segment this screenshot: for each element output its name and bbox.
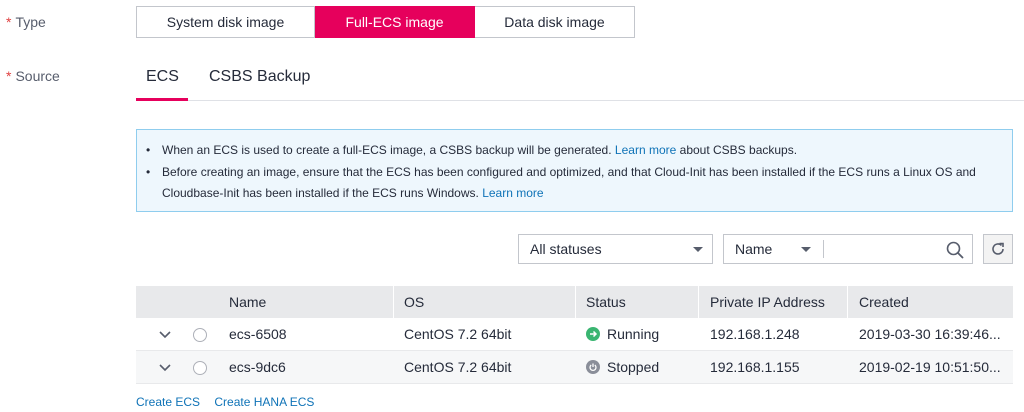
divider <box>823 240 824 258</box>
chevron-down-icon <box>801 247 811 252</box>
status-cell: Stopped <box>586 351 659 384</box>
column-header-name: Name <box>229 294 267 310</box>
required-mark: * <box>6 68 12 84</box>
search-field-select[interactable]: Name <box>724 235 823 263</box>
row-radio[interactable] <box>193 328 207 342</box>
chevron-down-icon <box>693 247 703 252</box>
private-ip-cell: 192.168.1.155 <box>710 359 800 375</box>
learn-more-link[interactable]: Learn more <box>482 186 543 200</box>
chevron-down-icon[interactable] <box>159 363 171 373</box>
create-hana-ecs-link[interactable]: Create HANA ECS <box>214 395 314 409</box>
system-disk-image-option[interactable]: System disk image <box>136 6 315 38</box>
search-box: Name <box>723 234 973 264</box>
ecs-name-link[interactable]: ecs-6508 <box>229 318 287 351</box>
table-row[interactable]: ecs-9dc6 CentOS 7.2 64bit Stopped 192.16… <box>136 351 1013 384</box>
source-label: * Source <box>6 68 60 84</box>
chevron-down-icon[interactable] <box>159 330 171 340</box>
search-input[interactable] <box>826 237 942 263</box>
data-disk-image-option[interactable]: Data disk image <box>475 6 635 38</box>
notice-line-3: Cloudbase-Init has been installed if the… <box>162 186 544 200</box>
refresh-icon <box>992 242 1004 255</box>
info-notice: • When an ECS is used to create a full-E… <box>136 129 1013 212</box>
search-icon[interactable] <box>946 241 964 259</box>
table-row[interactable]: ecs-6508 CentOS 7.2 64bit Running 192.16… <box>136 318 1013 351</box>
private-ip-cell: 192.168.1.248 <box>710 326 800 342</box>
column-header-os: OS <box>404 294 425 310</box>
notice-line-1: • When an ECS is used to create a full-E… <box>146 143 798 157</box>
column-header-created: Created <box>859 294 909 310</box>
os-cell: CentOS 7.2 64bit <box>404 359 512 375</box>
create-links: Create ECS Create HANA ECS <box>136 395 325 409</box>
type-label: * Type <box>6 14 46 30</box>
active-tab-indicator <box>136 98 188 101</box>
tab-ecs[interactable]: ECS <box>146 68 179 86</box>
full-ecs-image-option[interactable]: Full-ECS image <box>315 6 475 38</box>
column-header-private-ip: Private IP Address <box>710 294 825 310</box>
row-radio[interactable] <box>193 361 207 375</box>
status-filter-select[interactable]: All statuses <box>518 234 713 264</box>
running-status-icon <box>586 327 600 341</box>
refresh-button[interactable] <box>983 234 1013 264</box>
status-cell: Running <box>586 318 659 351</box>
tab-csbs-backup[interactable]: CSBS Backup <box>209 68 310 86</box>
created-cell: 2019-03-30 16:39:46... <box>859 326 1001 342</box>
required-mark: * <box>6 14 12 30</box>
type-selector: System disk image Full-ECS image Data di… <box>136 6 635 38</box>
create-ecs-link[interactable]: Create ECS <box>136 395 200 409</box>
source-tabs: ECS CSBS Backup <box>136 62 1024 101</box>
column-header-status: Status <box>586 294 626 310</box>
learn-more-link[interactable]: Learn more <box>615 143 676 157</box>
stopped-status-icon <box>586 360 600 374</box>
created-cell: 2019-02-19 10:51:50... <box>859 359 1001 375</box>
table-header: Name OS Status Private IP Address Create… <box>136 286 1013 318</box>
notice-line-2: • Before creating an image, ensure that … <box>146 165 976 179</box>
ecs-name-link[interactable]: ecs-9dc6 <box>229 351 286 384</box>
os-cell: CentOS 7.2 64bit <box>404 326 512 342</box>
